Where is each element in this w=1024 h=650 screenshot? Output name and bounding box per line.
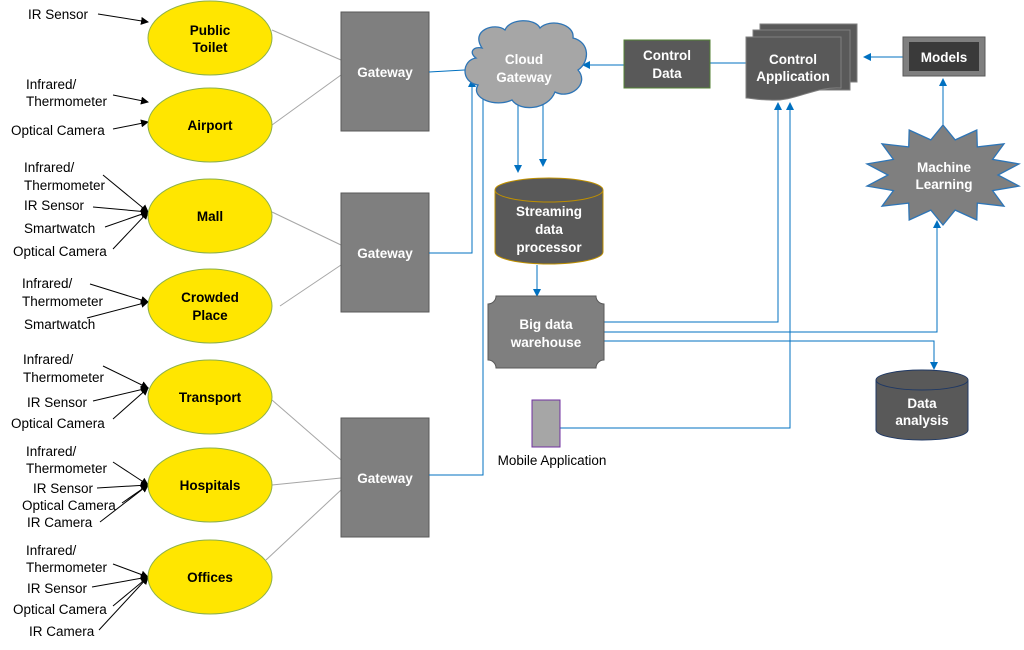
svg-text:Offices: Offices — [187, 570, 233, 585]
sensor-label: IR Sensor — [27, 581, 88, 596]
location-offices: Offices — [147, 539, 273, 615]
data-flow-connectors — [428, 53, 947, 476]
sensor-label: Infrared/ — [26, 77, 77, 92]
svg-text:Control: Control — [769, 52, 817, 67]
machine-learning: Machine Learning — [865, 123, 1021, 227]
svg-text:Gateway: Gateway — [357, 471, 413, 486]
svg-text:Gateway: Gateway — [357, 65, 413, 80]
sensor-label: IR Camera — [29, 624, 95, 639]
svg-text:Cloud: Cloud — [505, 52, 543, 67]
gateway-3: Gateway — [340, 417, 430, 538]
svg-text:Mall: Mall — [197, 209, 223, 224]
svg-text:Machine: Machine — [917, 160, 972, 175]
sensor-label: Infrared/ — [24, 160, 75, 175]
sensor-label: Optical Camera — [13, 602, 107, 617]
sensor-label: Infrared/ — [26, 543, 77, 558]
sensor-label: Thermometer — [26, 560, 108, 575]
sensor-label: Optical Camera — [11, 123, 105, 138]
location-mall: Mall — [147, 178, 273, 254]
gateway-2: Gateway — [340, 192, 430, 313]
streaming-data-processor: Streaming data processor — [494, 177, 604, 265]
svg-text:data: data — [535, 222, 563, 237]
control-application: Control Application — [745, 23, 858, 101]
sensor-label: Thermometer — [26, 461, 108, 476]
svg-text:Toilet: Toilet — [193, 40, 229, 55]
mobile-application: Mobile Application — [498, 399, 607, 468]
cloud-gateway: Cloud Gateway — [464, 20, 588, 109]
sensor-label: Thermometer — [22, 294, 104, 309]
svg-text:Hospitals: Hospitals — [180, 478, 241, 493]
location-hospitals: Hospitals — [147, 447, 273, 523]
svg-text:Big data: Big data — [519, 317, 573, 332]
sensor-label: Infrared/ — [22, 276, 73, 291]
location-public-toilet: Public Toilet — [147, 0, 273, 76]
svg-text:Data: Data — [907, 396, 937, 411]
sensor-label: Thermometer — [23, 370, 105, 385]
sensor-label: IR Sensor — [27, 395, 88, 410]
gateway-1: Gateway — [340, 11, 430, 132]
svg-text:Airport: Airport — [188, 118, 234, 133]
location-transport: Transport — [147, 359, 273, 435]
sensor-label: IR Sensor — [33, 481, 94, 496]
svg-text:Gateway: Gateway — [496, 70, 552, 85]
sensor-label: Thermometer — [24, 178, 106, 193]
svg-text:Data: Data — [652, 66, 682, 81]
svg-text:Control: Control — [643, 48, 691, 63]
svg-text:Streaming: Streaming — [516, 204, 582, 219]
svg-text:Mobile Application: Mobile Application — [498, 453, 607, 468]
sensor-label: Optical Camera — [13, 244, 107, 259]
svg-text:processor: processor — [516, 240, 582, 255]
sensor-label: IR Sensor — [28, 7, 89, 22]
sensor-label: Optical Camera — [11, 416, 105, 431]
svg-text:Learning: Learning — [915, 177, 972, 192]
location-airport: Airport — [147, 87, 273, 163]
sensor-label: IR Sensor — [24, 198, 85, 213]
svg-text:analysis: analysis — [895, 413, 948, 428]
svg-text:Transport: Transport — [179, 390, 242, 405]
data-analysis: Data analysis — [875, 369, 969, 441]
sensor-label: Infrared/ — [23, 352, 74, 367]
sensor-label: IR Camera — [27, 515, 93, 530]
svg-text:Gateway: Gateway — [357, 246, 413, 261]
svg-text:Public: Public — [190, 23, 231, 38]
sensor-label: Smartwatch — [24, 221, 95, 236]
svg-text:Application: Application — [756, 69, 830, 84]
sensor-labels: IR Sensor Infrared/ Thermometer Optical … — [11, 7, 116, 639]
sensor-label: Thermometer — [26, 94, 108, 109]
models: Models — [902, 36, 986, 77]
control-data: Control Data — [623, 39, 711, 89]
location-crowded-place: Crowded Place — [147, 268, 273, 344]
iot-architecture-diagram: IR Sensor Infrared/ Thermometer Optical … — [11, 0, 1021, 639]
svg-text:Place: Place — [192, 308, 228, 323]
sensor-label: Optical Camera — [22, 498, 116, 513]
sensor-label: Smartwatch — [24, 317, 95, 332]
location-gateway-links — [265, 29, 342, 561]
svg-text:warehouse: warehouse — [510, 335, 582, 350]
svg-text:Models: Models — [921, 50, 968, 65]
svg-text:Crowded: Crowded — [181, 290, 239, 305]
sensor-label: Infrared/ — [26, 444, 77, 459]
big-data-warehouse: Big data warehouse — [487, 295, 605, 369]
